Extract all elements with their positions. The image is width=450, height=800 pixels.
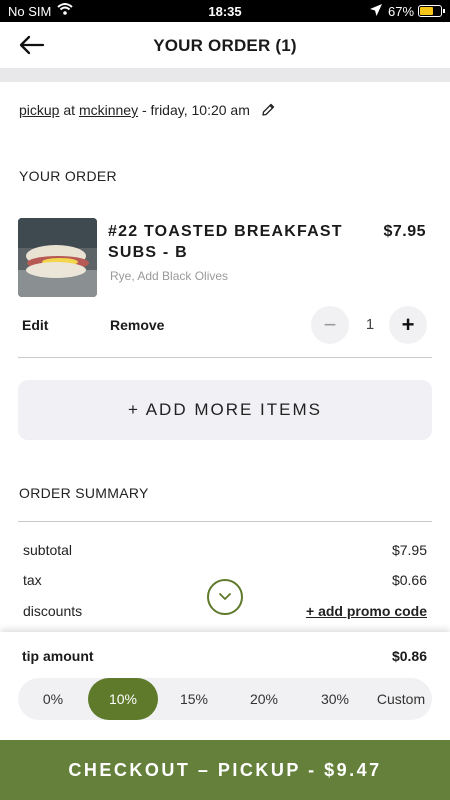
edit-item-button[interactable]: Edit bbox=[22, 317, 48, 333]
remove-item-button[interactable]: Remove bbox=[110, 317, 164, 333]
item-modifiers: Rye, Add Black Olives bbox=[110, 269, 229, 283]
subtotal-label: subtotal bbox=[23, 542, 73, 558]
battery-tip bbox=[443, 9, 445, 13]
location-arrow-icon bbox=[369, 3, 383, 20]
tip-option[interactable]: Custom bbox=[370, 678, 432, 720]
add-promo-code-link[interactable]: + add promo code bbox=[306, 603, 427, 619]
discounts-label: discounts bbox=[23, 603, 83, 619]
order-summary-heading: ORDER SUMMARY bbox=[19, 485, 149, 501]
pickup-mode-link[interactable]: pickup bbox=[19, 102, 59, 118]
tip-option[interactable]: 10% bbox=[88, 678, 158, 720]
battery-fill bbox=[420, 7, 434, 15]
quantity-value: 1 bbox=[365, 316, 375, 333]
pickup-time-text: - friday, 10:20 am bbox=[138, 102, 250, 118]
tip-panel: tip amount $0.86 0% 10% 15% 20% 30% Custom bbox=[0, 632, 450, 740]
divider bbox=[18, 521, 432, 522]
tip-option[interactable]: 15% bbox=[159, 678, 229, 720]
battery-percent: 67% bbox=[388, 4, 415, 19]
tip-option[interactable]: 0% bbox=[18, 678, 88, 720]
chevron-down-icon[interactable] bbox=[207, 579, 243, 615]
header: YOUR ORDER (1) bbox=[0, 22, 450, 68]
divider bbox=[18, 357, 432, 358]
tax-label: tax bbox=[23, 572, 42, 588]
status-bar: No SIM 18:35 67% bbox=[0, 0, 450, 22]
tip-selector: 0% 10% 15% 20% 30% Custom bbox=[18, 678, 432, 720]
battery-icon bbox=[418, 5, 442, 17]
item-name: #22 TOASTED BREAKFAST SUBS - B bbox=[108, 223, 343, 261]
subtotal-value: $7.95 bbox=[391, 542, 427, 558]
header-divider-band bbox=[0, 68, 450, 82]
tip-option[interactable]: 20% bbox=[229, 678, 299, 720]
pickup-location-link[interactable]: mckinney bbox=[79, 102, 138, 118]
pickup-info: pickup at mckinney - friday, 10:20 am bbox=[19, 102, 275, 120]
decrease-quantity-button[interactable]: − bbox=[311, 306, 349, 344]
pickup-at-text: at bbox=[59, 102, 79, 118]
item-price: $7.95 bbox=[383, 223, 426, 240]
tip-amount-value: $0.86 bbox=[391, 648, 427, 664]
page-title: YOUR ORDER (1) bbox=[153, 36, 297, 55]
add-more-items-button[interactable]: + ADD MORE ITEMS bbox=[18, 380, 432, 440]
your-order-heading: YOUR ORDER bbox=[19, 168, 117, 184]
checkout-button[interactable]: CHECKOUT – PICKUP - $9.47 bbox=[0, 740, 450, 800]
tip-option[interactable]: 30% bbox=[300, 678, 370, 720]
increase-quantity-button[interactable]: + bbox=[389, 306, 427, 344]
tax-value: $0.66 bbox=[391, 572, 427, 588]
item-thumbnail[interactable] bbox=[18, 218, 97, 297]
tip-amount-label: tip amount bbox=[22, 648, 94, 664]
pencil-icon[interactable] bbox=[261, 103, 275, 120]
